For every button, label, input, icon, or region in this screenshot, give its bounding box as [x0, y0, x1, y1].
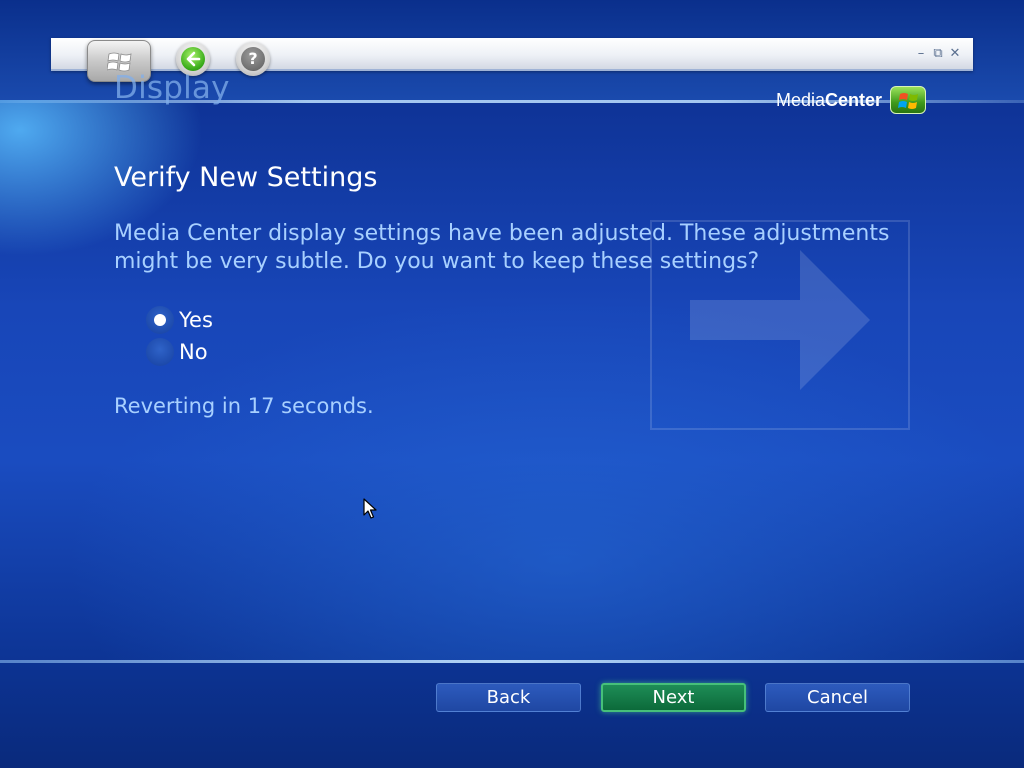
brand-text-bold: Center	[825, 89, 883, 110]
option-no[interactable]: No	[146, 338, 208, 366]
cancel-button[interactable]: Cancel	[765, 683, 910, 712]
window-controls: – ⧉ ✕	[914, 43, 962, 63]
section-heading: Verify New Settings	[114, 162, 378, 193]
minimize-icon[interactable]: –	[914, 46, 928, 61]
radio-selected-dot	[154, 314, 166, 326]
restore-icon[interactable]: ⧉	[931, 46, 945, 61]
next-button[interactable]: Next	[601, 683, 746, 712]
page-title: Display	[114, 70, 230, 106]
mouse-cursor-icon	[363, 498, 377, 519]
option-yes[interactable]: Yes	[146, 306, 213, 334]
back-arrow-icon	[186, 51, 201, 67]
help-icon: ?	[241, 47, 265, 71]
close-icon[interactable]: ✕	[948, 46, 962, 61]
radio-yes[interactable]	[146, 306, 174, 334]
revert-countdown: Reverting in 17 seconds.	[114, 394, 374, 418]
option-yes-label: Yes	[179, 308, 213, 332]
back-nav-button[interactable]: Back	[436, 683, 581, 712]
help-button[interactable]: ?	[236, 42, 270, 76]
description-text: Media Center display settings have been …	[114, 221, 890, 274]
footer-band	[0, 663, 1024, 768]
media-center-brand: Media Center	[776, 86, 927, 114]
brand-text-light: Media	[776, 89, 826, 110]
media-center-logo-icon	[890, 86, 927, 114]
radio-no[interactable]	[146, 338, 174, 366]
option-no-label: No	[179, 340, 208, 364]
